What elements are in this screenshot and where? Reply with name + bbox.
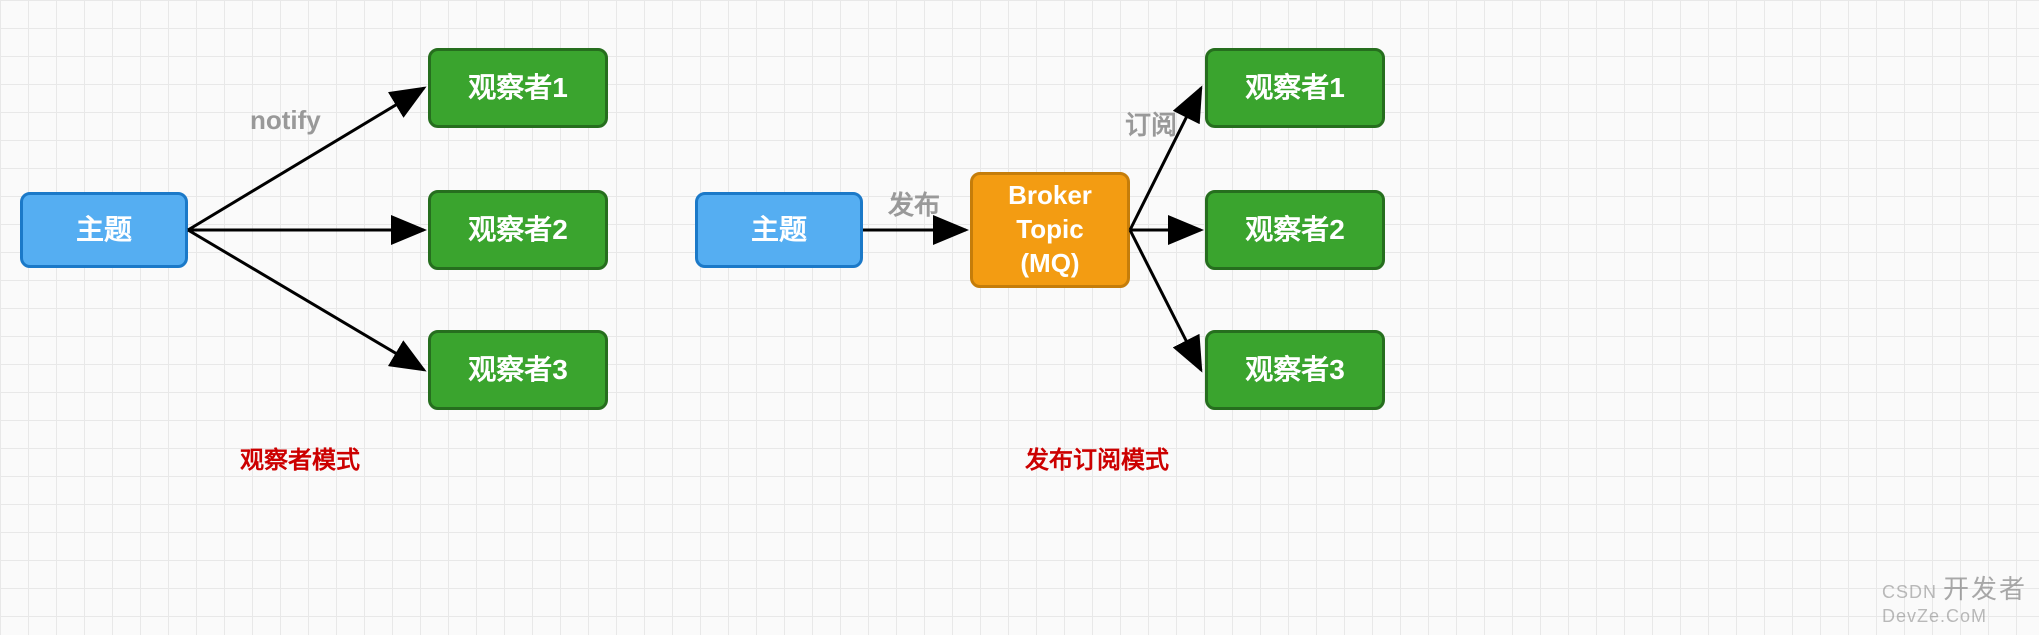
watermark-big: 开发者 — [1943, 574, 2027, 604]
caption-left: 观察者模式 — [240, 440, 360, 475]
subject-box-left: 主题 — [20, 192, 188, 268]
observer-box-2-left: 观察者2 — [428, 190, 608, 270]
observer-box-1-left: 观察者1 — [428, 48, 608, 128]
watermark: CSDN 开发者 DevZe.CoM — [1882, 569, 2027, 627]
watermark-small: CSDN — [1882, 582, 1937, 602]
subscribe-label: 订阅 — [1125, 105, 1177, 142]
observer-box-3-left: 观察者3 — [428, 330, 608, 410]
notify-label: notify — [250, 105, 321, 136]
publish-label: 发布 — [888, 185, 940, 222]
subject-box-right: 主题 — [695, 192, 863, 268]
observer-box-2-right: 观察者2 — [1205, 190, 1385, 270]
observer-box-3-right: 观察者3 — [1205, 330, 1385, 410]
caption-right: 发布订阅模式 — [1025, 440, 1169, 475]
watermark-tail: DevZe.CoM — [1882, 606, 1987, 626]
arrows-layer — [0, 0, 2039, 635]
broker-box: Broker Topic (MQ) — [970, 172, 1130, 288]
observer-box-1-right: 观察者1 — [1205, 48, 1385, 128]
